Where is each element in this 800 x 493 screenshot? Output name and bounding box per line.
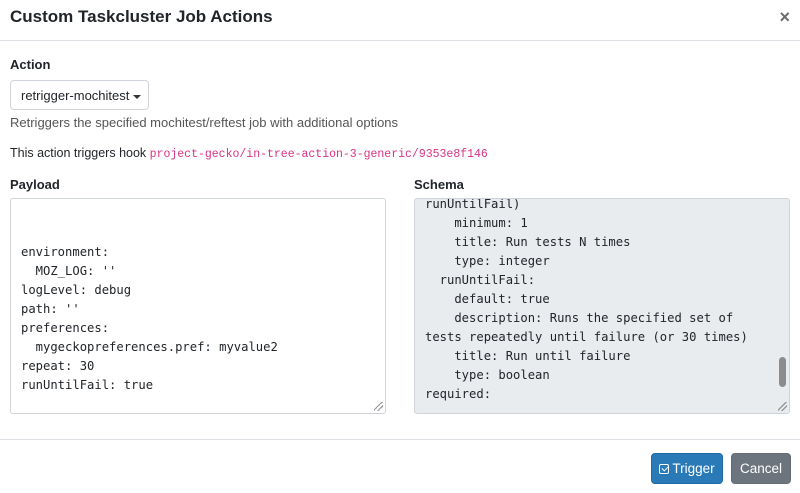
modal-title: Custom Taskcluster Job Actions [10,7,273,26]
cancel-button[interactable]: Cancel [731,453,791,484]
hook-info: This action triggers hook project-gecko/… [10,146,488,161]
footer-divider [0,439,800,440]
schema-label: Schema [414,177,464,192]
schema-scrollbar[interactable] [779,357,786,387]
payload-textarea[interactable]: environment: MOZ_LOG: '' logLevel: debug… [10,198,386,414]
trigger-button-label: Trigger [672,461,715,476]
payload-text: environment: MOZ_LOG: '' logLevel: debug… [21,245,278,392]
schema-text: runUntilFail) minimum: 1 title: Run test… [425,198,748,401]
close-icon[interactable]: × [779,8,790,26]
trigger-button[interactable]: Trigger [651,453,723,484]
check-square-icon [659,464,670,474]
hook-id: project-gecko/in-tree-action-3-generic/9… [149,148,488,161]
action-label: Action [10,57,51,72]
schema-textarea[interactable]: runUntilFail) minimum: 1 title: Run test… [414,198,790,414]
payload-label: Payload [10,177,60,192]
modal-header: Custom Taskcluster Job Actions × [0,0,800,41]
resize-handle[interactable] [778,402,787,411]
resize-handle[interactable] [374,402,383,411]
hook-prefix: This action triggers hook [10,146,147,160]
action-select[interactable]: retrigger-mochitest [10,80,149,110]
caret-down-icon [133,94,142,99]
action-select-value: retrigger-mochitest [21,88,130,103]
action-description: Retriggers the specified mochitest/refte… [10,115,399,130]
custom-actions-modal: Custom Taskcluster Job Actions × Action … [0,0,800,493]
